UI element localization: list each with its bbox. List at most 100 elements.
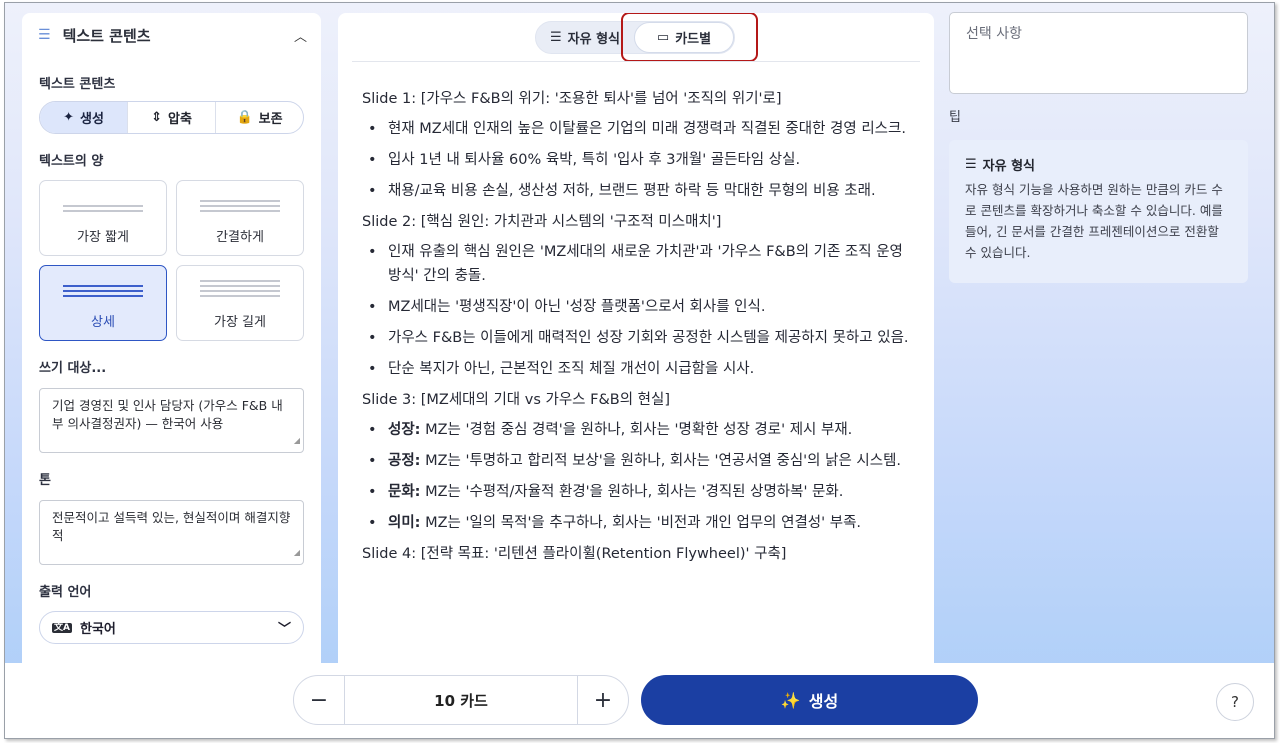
amount-options: 가장 짧게 간결하게 상세 가장 길게 [39,180,304,341]
text-content-label: 텍스트 콘텐츠 [39,77,116,92]
content-editor-panel: ☰ 자유 형식 ▭ 카드별 Slide 1: [가우스 F&B의 위기: '조용… [338,13,934,663]
mode-generate-button[interactable]: ✦ 생성 [40,102,127,133]
app-window: ☰ 텍스트 콘텐츠 ︿ 텍스트 콘텐츠 ✦ 생성 ⇕ 압축 🔒 보존 텍스트의 … [4,2,1275,739]
amount-longest-option[interactable]: 가장 길게 [176,265,304,341]
format-toggle: ☰ 자유 형식 ▭ 카드별 [535,21,735,54]
bullet-keyword: 문화: [388,484,421,500]
bullet-item: 공정: MZ는 '투명하고 합리적 보상'을 원하나, 회사는 '연공서열 중심… [362,449,910,473]
bullet-text: MZ는 '수평적/자율적 환경'을 원하나, 회사는 '경직된 상명하복' 문화… [420,484,844,500]
lines-icon [200,200,280,212]
resize-grip-icon[interactable]: ◢ [294,432,300,450]
slide-title: Slide 4: [전략 목표: '리텐션 플라이휠(Retention Fly… [362,546,787,562]
amount-option-label: 가장 짧게 [77,230,129,245]
increment-button[interactable]: + [578,676,628,724]
mode-label: 보존 [258,112,283,127]
mode-label: 압축 [167,112,192,127]
tip-title-row: ☰ 자유 형식 [965,155,1232,174]
selection-input[interactable]: 선택 사항 [949,12,1248,94]
help-button[interactable]: ? [1216,683,1254,721]
bullet-text: MZ는 '경험 중심 경력'을 원하나, 회사는 '명확한 성장 경로' 제시 … [420,422,853,438]
bullet-item: 인재 유출의 핵심 원인은 'MZ세대의 새로운 가치관'과 '가우스 F&B의… [362,240,910,288]
audience-label: 쓰기 대상... [39,361,107,376]
generate-label: 생성 [808,692,839,711]
mode-preserve-button[interactable]: 🔒 보존 [215,102,303,133]
slide-title: Slide 2: [핵심 원인: 가치관과 시스템의 '구조적 미스매치'] [362,214,722,230]
text-content-panel: ☰ 텍스트 콘텐츠 ︿ 텍스트 콘텐츠 ✦ 생성 ⇕ 압축 🔒 보존 텍스트의 … [22,13,321,663]
sparkle-icon: ✨ [780,690,801,710]
tip-title: 자유 형식 [982,159,1036,174]
card-stack-icon: ▭ [656,30,670,45]
bullet-item: 성장: MZ는 '경험 중심 경력'을 원하나, 회사는 '명확한 성장 경로'… [362,418,910,442]
bullet-item: 입사 1년 내 퇴사율 60% 육박, 특히 '입사 후 3개월' 골든타임 상… [362,148,910,172]
tab-label: 자유 형식 [567,32,621,47]
tone-textarea[interactable]: 전문적이고 설득력 있는, 현실적이며 해결지향적 ◢ [39,500,304,565]
bullet-text: 입사 1년 내 퇴사율 60% 육박, 특히 '입사 후 3개월' 골든타임 상… [388,152,801,168]
bullet-item: 의미: MZ는 '일의 목적'을 추구하나, 회사는 '비전과 개인 업무의 연… [362,511,910,535]
resize-grip-icon[interactable]: ◢ [294,544,300,562]
panel-header[interactable]: ☰ 텍스트 콘텐츠 ︿ [22,13,321,57]
bullet-list: 현재 MZ세대 인재의 높은 이탈률은 기업의 미래 경쟁력과 직결된 중대한 … [362,117,910,203]
amount-option-label: 상세 [91,315,115,330]
card-count-value[interactable]: 10 카드 [344,676,578,724]
free-form-tab[interactable]: ☰ 자유 형식 [536,22,634,53]
text-lines-icon: ☰ [38,27,51,43]
bullet-text: 단순 복지가 아닌, 근본적인 조직 체질 개선이 시급함을 시사. [388,361,755,377]
tone-label: 톤 [39,473,51,488]
tab-label: 카드별 [675,32,712,47]
audience-value: 기업 경영진 및 인사 담당자 (가우스 F&B 내부 의사결정권자) — 한국… [52,398,283,431]
language-select[interactable]: 文A 한국어 ﹀ [39,611,304,644]
text-lines-icon: ☰ [965,157,977,172]
bullet-keyword: 의미: [388,515,421,531]
bullet-keyword: 성장: [388,422,421,438]
bullet-item: 채용/교육 비용 손실, 생산성 저하, 브랜드 평판 하락 등 막대한 무형의… [362,179,910,203]
slide-title: Slide 3: [MZ세대의 기대 vs 가우스 F&B의 현실] [362,392,670,408]
bullet-text: MZ는 '일의 목적'을 추구하나, 회사는 '비전과 개인 업무의 연결성' … [420,515,862,531]
slide-title: Slide 1: [가우스 F&B의 위기: '조용한 퇴사'를 넘어 '조직의… [362,91,782,107]
bullet-text: 인재 유출의 핵심 원인은 'MZ세대의 새로운 가치관'과 '가우스 F&B의… [388,244,903,284]
bullet-item: 가우스 F&B는 이들에게 매력적인 성장 기회와 공정한 시스템을 제공하지 … [362,326,910,350]
language-label: 출력 언어 [39,585,92,600]
generate-button[interactable]: ✨ 생성 [641,675,978,725]
compress-icon: ⇕ [151,110,162,125]
bullet-text: 가우스 F&B는 이들에게 매력적인 성장 기회와 공정한 시스템을 제공하지 … [388,330,909,346]
bullet-text: MZ세대는 '평생직장'이 아닌 '성장 플랫폼'으로서 회사를 인식. [388,299,766,315]
divider [352,61,920,62]
mode-label: 생성 [79,112,104,127]
tip-body: 자유 형식 기능을 사용하면 원하는 만큼의 카드 수로 콘텐츠를 확장하거나 … [965,182,1223,260]
bottom-bar: − 10 카드 + ✨ 생성 ? [5,663,1274,738]
amount-option-label: 가장 길게 [214,315,266,330]
bullet-list: 인재 유출의 핵심 원인은 'MZ세대의 새로운 가치관'과 '가우스 F&B의… [362,240,910,381]
amount-concise-option[interactable]: 간결하게 [176,180,304,256]
lock-icon: 🔒 [236,110,253,125]
tip-label: 팁 [949,110,961,125]
panel-title: 텍스트 콘텐츠 [62,26,151,45]
tone-value: 전문적이고 설득력 있는, 현실적이며 해결지향적 [52,510,291,543]
chevron-down-icon: ﹀ [277,622,291,637]
lines-icon [63,285,143,297]
language-value: 한국어 [79,622,116,637]
amount-shortest-option[interactable]: 가장 짧게 [39,180,167,256]
bullet-list: 성장: MZ는 '경험 중심 경력'을 원하나, 회사는 '명확한 성장 경로'… [362,418,910,535]
tip-card: ☰ 자유 형식 자유 형식 기능을 사용하면 원하는 만큼의 카드 수로 콘텐츠… [949,140,1248,283]
bullet-item: 문화: MZ는 '수평적/자율적 환경'을 원하나, 회사는 '경직된 상명하복… [362,480,910,504]
bullet-item: 단순 복지가 아닌, 근본적인 조직 체질 개선이 시급함을 시사. [362,357,910,381]
bullet-text: 현재 MZ세대 인재의 높은 이탈률은 기업의 미래 경쟁력과 직결된 중대한 … [388,121,906,137]
lines-icon [200,280,280,297]
language-icon: 文A [52,622,72,633]
bullet-text: 채용/교육 비용 손실, 생산성 저하, 브랜드 평판 하락 등 막대한 무형의… [388,183,876,199]
amount-detailed-option[interactable]: 상세 [39,265,167,341]
bullet-item: 현재 MZ세대 인재의 높은 이탈률은 기업의 미래 경쟁력과 직결된 중대한 … [362,117,910,141]
chevron-up-icon[interactable]: ︿ [294,26,307,45]
card-by-card-tab[interactable]: ▭ 카드별 [634,22,734,53]
selection-placeholder: 선택 사항 [966,26,1022,42]
decrement-button[interactable]: − [294,676,344,724]
mode-segmented-control: ✦ 생성 ⇕ 압축 🔒 보존 [39,101,304,134]
lines-icon [63,205,143,212]
bullet-text: MZ는 '투명하고 합리적 보상'을 원하나, 회사는 '연공서열 중심'의 낡… [420,453,902,469]
audience-textarea[interactable]: 기업 경영진 및 인사 담당자 (가우스 F&B 내부 의사결정권자) — 한국… [39,388,304,453]
text-lines-icon: ☰ [549,30,562,45]
slide-content-editor[interactable]: Slide 1: [가우스 F&B의 위기: '조용한 퇴사'를 넘어 '조직의… [362,87,910,572]
mode-compress-button[interactable]: ⇕ 압축 [127,102,215,133]
sparkle-icon: ✦ [63,110,74,125]
card-count-stepper: − 10 카드 + [293,675,629,725]
